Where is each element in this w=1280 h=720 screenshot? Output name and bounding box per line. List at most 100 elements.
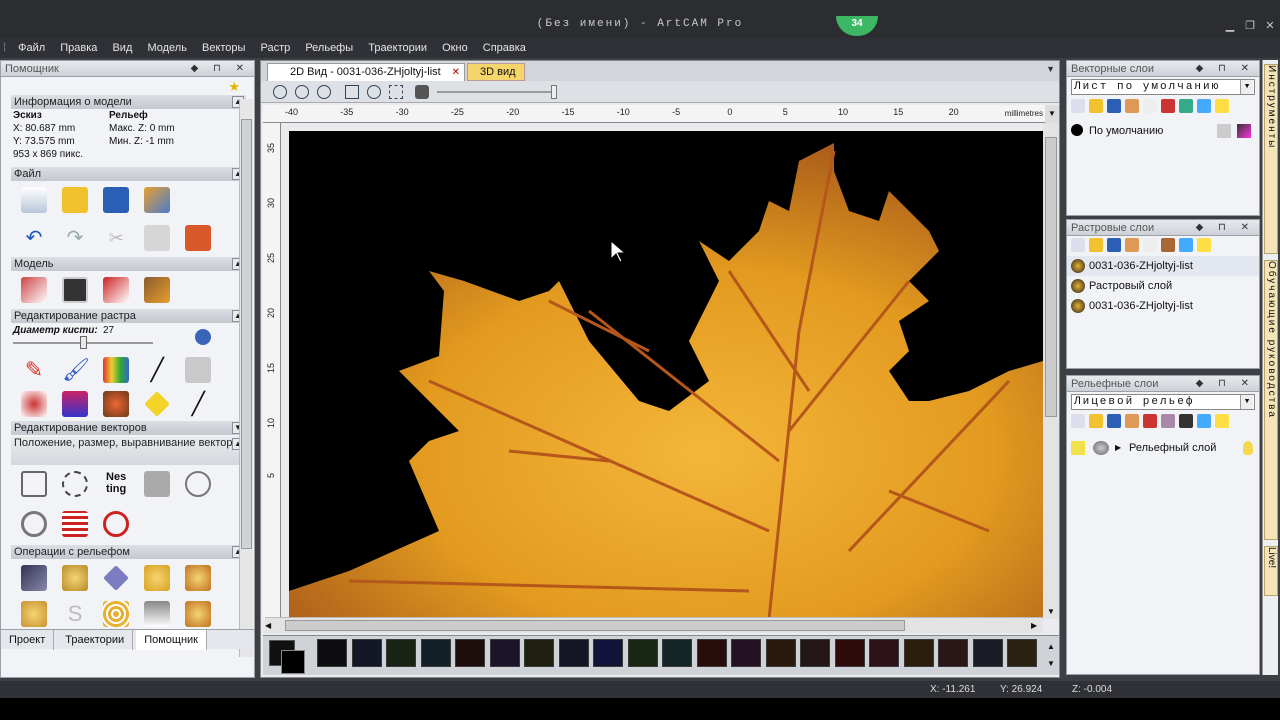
align-icon[interactable] bbox=[21, 471, 47, 497]
model-camera-icon[interactable] bbox=[62, 277, 89, 303]
raster-layer-item[interactable]: Растровый слой bbox=[1067, 276, 1259, 296]
color-swatch[interactable] bbox=[731, 639, 761, 667]
scroll-down-icon[interactable]: ▼ bbox=[1043, 607, 1059, 619]
color-swatch[interactable] bbox=[351, 639, 382, 667]
brush-color-icon[interactable] bbox=[195, 329, 211, 345]
menu-toolpaths[interactable]: Траектории bbox=[362, 38, 433, 58]
canvas-hscroll[interactable]: ◀ ▶ bbox=[265, 617, 1043, 633]
pencil-icon[interactable]: ✎ bbox=[21, 357, 47, 383]
brush-icon[interactable]: 🖌 bbox=[62, 357, 90, 383]
tab-assistant[interactable]: Помощник bbox=[136, 630, 207, 650]
menu-model[interactable]: Модель bbox=[141, 38, 192, 58]
tab-list-dropdown-icon[interactable]: ▼ bbox=[1046, 64, 1055, 74]
side-tab-tutorials[interactable]: Обучающие руководства bbox=[1264, 260, 1278, 540]
view-slider[interactable] bbox=[437, 91, 557, 93]
zoom-out-icon[interactable] bbox=[295, 85, 309, 99]
tab-project[interactable]: Проект bbox=[1, 630, 55, 650]
palette-icon[interactable] bbox=[103, 391, 130, 417]
fill-icon[interactable] bbox=[21, 391, 47, 417]
raster-copy-icon[interactable] bbox=[1143, 238, 1157, 252]
menu-help[interactable]: Справка bbox=[477, 38, 532, 58]
save-raster-icon[interactable] bbox=[1107, 238, 1121, 252]
pan-icon[interactable] bbox=[389, 85, 403, 99]
panel-header-icons[interactable]: ◆ ⊓ ✕ bbox=[191, 61, 250, 77]
relief-combine-icon[interactable] bbox=[21, 565, 47, 591]
layer-copy-icon[interactable] bbox=[1143, 99, 1157, 113]
zoom-in-icon[interactable] bbox=[273, 85, 287, 99]
offset-icon[interactable] bbox=[62, 511, 89, 537]
star-icon[interactable]: ★ bbox=[228, 79, 240, 95]
relief-expand-icon[interactable]: ▶ bbox=[1115, 438, 1121, 458]
relief-weave-icon[interactable] bbox=[103, 601, 130, 627]
layer-delete-icon[interactable] bbox=[1197, 99, 1211, 113]
relief-delete-icon[interactable] bbox=[1197, 414, 1211, 428]
assistant-scroll-thumb[interactable] bbox=[241, 119, 252, 549]
side-tab-tools[interactable]: Инструменты bbox=[1264, 64, 1278, 254]
raster-layer-item[interactable]: 0031-036-ZHjoltyj-list bbox=[1067, 296, 1259, 316]
menu-view[interactable]: Вид bbox=[106, 38, 138, 58]
section-model-info[interactable]: Информация о модели ▲ bbox=[11, 95, 246, 109]
menu-file[interactable]: Файл bbox=[12, 38, 51, 58]
raster-bulb-icon[interactable] bbox=[1197, 238, 1211, 252]
relief-layer-visibility-icon[interactable] bbox=[1093, 441, 1109, 455]
redo-icon[interactable]: ↷ bbox=[62, 225, 88, 251]
color-swatch[interactable] bbox=[524, 639, 554, 667]
relief-props-icon[interactable] bbox=[1125, 414, 1139, 428]
paste-icon[interactable] bbox=[185, 225, 212, 251]
relief-scale-icon[interactable] bbox=[185, 601, 212, 627]
scroll-left-icon[interactable]: ◀ bbox=[265, 618, 277, 634]
color-swatch[interactable] bbox=[696, 639, 727, 667]
save-file-icon[interactable] bbox=[103, 187, 130, 213]
new-file-icon[interactable] bbox=[21, 187, 47, 213]
open-relief-icon[interactable] bbox=[1089, 414, 1103, 428]
relief-mode-icon[interactable] bbox=[1161, 414, 1175, 428]
open-layer-icon[interactable] bbox=[1089, 99, 1103, 113]
view-settings-icon[interactable] bbox=[415, 85, 429, 99]
new-relief-layer-icon[interactable] bbox=[1071, 414, 1085, 428]
layer-lock-icon[interactable] bbox=[1217, 124, 1231, 138]
relief-layer-item[interactable]: ▶ Рельефный слой bbox=[1067, 438, 1259, 458]
save-layer-icon[interactable] bbox=[1107, 99, 1121, 113]
raster-delete-icon[interactable] bbox=[1179, 238, 1193, 252]
secondary-color-swatch[interactable] bbox=[281, 650, 305, 674]
relief-view-icon[interactable] bbox=[1179, 414, 1193, 428]
transform-icon[interactable] bbox=[185, 471, 212, 497]
flood-fill-icon[interactable] bbox=[144, 391, 171, 417]
color-swatch[interactable] bbox=[317, 639, 347, 667]
layer-draw-icon[interactable] bbox=[1237, 124, 1251, 138]
copy-icon[interactable] bbox=[144, 225, 171, 251]
panel-header-icons[interactable]: ◆ ⊓ ✕ bbox=[1196, 220, 1255, 236]
color-swatch[interactable] bbox=[662, 639, 692, 667]
raster-layer-item[interactable]: 0031-036-ZHjoltyj-list bbox=[1067, 256, 1259, 276]
relief-bulb-icon[interactable] bbox=[1215, 414, 1229, 428]
wrap-icon[interactable] bbox=[103, 511, 130, 537]
relief-select[interactable]: Лицевой рельеф bbox=[1071, 394, 1255, 410]
nesting-icon[interactable]: Nes ting bbox=[103, 471, 129, 497]
menu-reliefs[interactable]: Рельефы bbox=[299, 38, 359, 58]
relief-extrude-icon[interactable] bbox=[144, 565, 171, 591]
notification-badge[interactable]: 34 bbox=[836, 16, 878, 36]
relief-spin-icon[interactable] bbox=[185, 565, 212, 591]
tab-close-icon[interactable]: ✕ bbox=[452, 64, 460, 81]
section-vector-edit[interactable]: Редактирование векторов ▼ bbox=[11, 421, 246, 435]
section-raster-edit[interactable]: Редактирование растра ▲ bbox=[11, 309, 246, 323]
color-swatch[interactable] bbox=[627, 639, 658, 667]
brush-slider-thumb[interactable] bbox=[80, 336, 87, 349]
color-swatch[interactable] bbox=[420, 639, 451, 667]
layer-bulb-icon[interactable] bbox=[1215, 99, 1229, 113]
multi-brush-icon[interactable] bbox=[103, 357, 130, 383]
raster-props-icon[interactable] bbox=[1125, 238, 1139, 252]
new-layer-icon[interactable] bbox=[1071, 99, 1085, 113]
menu-edit[interactable]: Правка bbox=[54, 38, 103, 58]
relief-sweep-icon[interactable]: S bbox=[62, 601, 88, 627]
zoom-fit-icon[interactable] bbox=[345, 85, 359, 99]
canvas-hscroll-thumb[interactable] bbox=[285, 620, 905, 631]
ruler-corner-arrow-icon[interactable]: ▼ bbox=[1045, 105, 1059, 123]
tab-3d-view[interactable]: 3D вид bbox=[467, 63, 525, 81]
section-model[interactable]: Модель ▲ bbox=[11, 257, 246, 271]
color-swatch[interactable] bbox=[869, 639, 899, 667]
assistant-scrollbar[interactable] bbox=[239, 99, 253, 657]
section-file[interactable]: Файл ▲ bbox=[11, 167, 246, 181]
rotate-vector-icon[interactable] bbox=[62, 471, 89, 497]
color-swatch[interactable] bbox=[834, 639, 865, 667]
